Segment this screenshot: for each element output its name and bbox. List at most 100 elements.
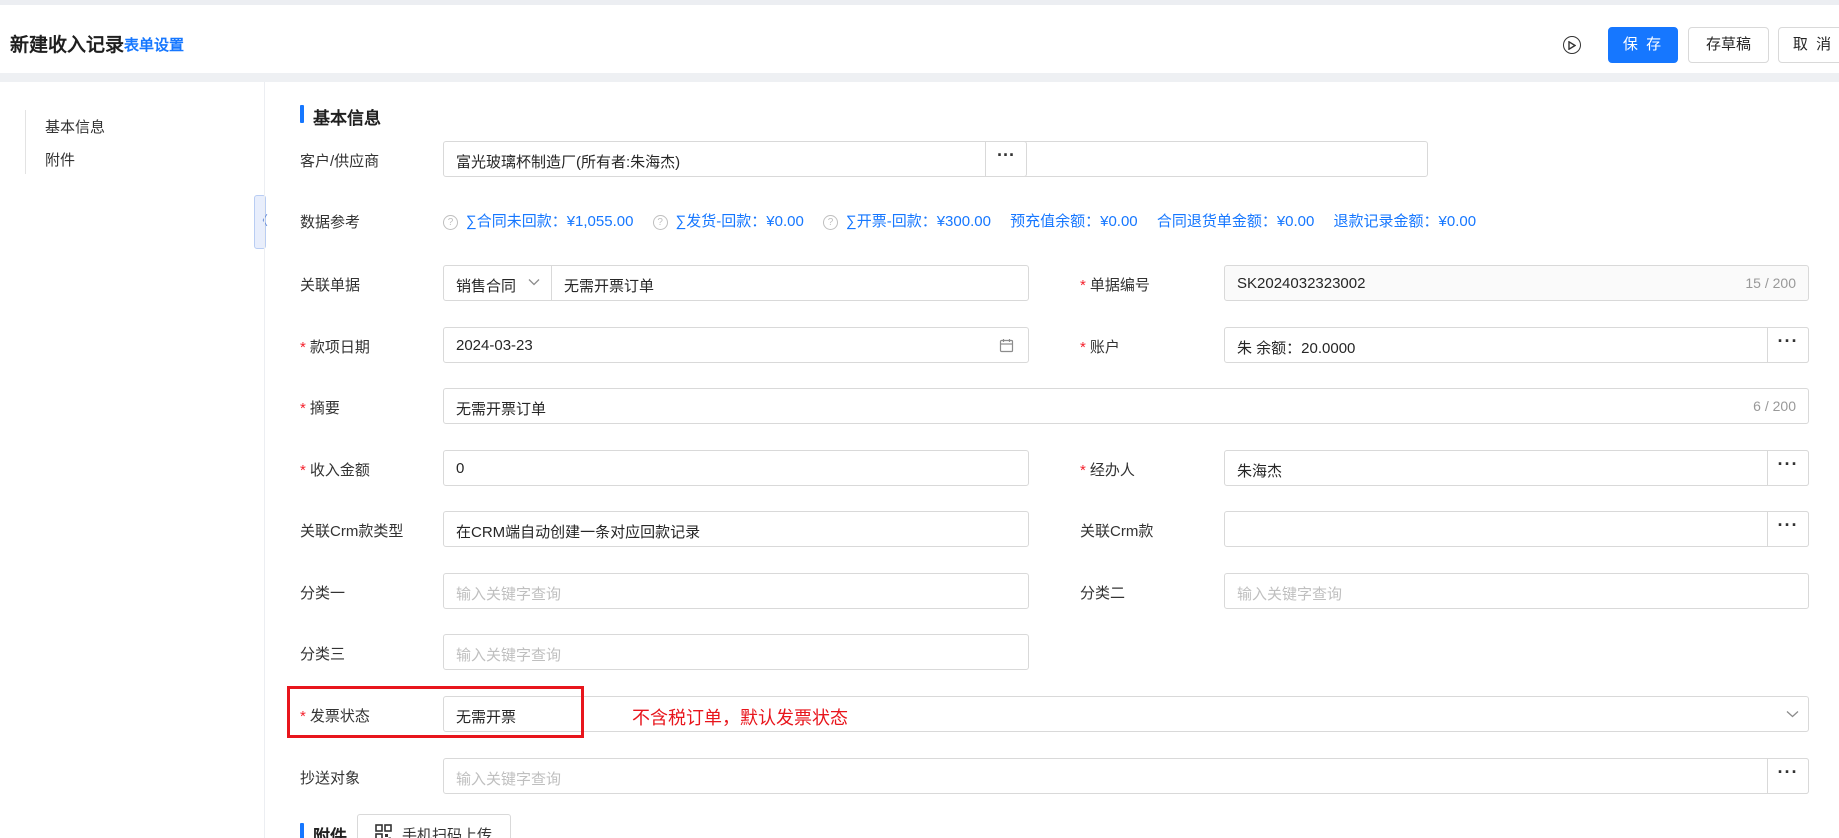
amount-label-text: 收入金额 <box>309 462 370 479</box>
account-field[interactable]: 朱 余额：20.0000 ··· <box>1224 327 1809 363</box>
form-settings-link[interactable]: 表单设置 <box>124 34 184 55</box>
summary-value: 无需开票订单 <box>456 401 547 418</box>
customer-label: 客户/供应商 <box>300 153 380 170</box>
data-ref-item[interactable]: 退款记录金额：¥0.00 <box>1334 210 1477 231</box>
doc-no-label: * 单据编号 <box>1080 274 1150 295</box>
more-dots-icon: ··· <box>1777 515 1799 535</box>
cat1-label: 分类一 <box>300 585 346 602</box>
handler-field[interactable]: 朱海杰 ··· <box>1224 450 1809 486</box>
summary-label: * 摘要 <box>300 397 340 418</box>
sidebar <box>0 82 266 838</box>
cat3-field[interactable]: 输入关键字查询 <box>443 634 1029 670</box>
data-ref-text: 预充值余额：¥0.00 <box>1010 213 1138 230</box>
cat2-label: 分类二 <box>1080 585 1126 602</box>
data-ref-item[interactable]: 预充值余额：¥0.00 <box>1010 210 1138 231</box>
crm-more-button[interactable]: ··· <box>1767 511 1809 547</box>
save-button[interactable]: 保 存 <box>1608 27 1678 63</box>
section-marker <box>300 823 304 838</box>
data-ref-item[interactable]: 合同退货单金额：¥0.00 <box>1157 210 1315 231</box>
related-doc-type-select[interactable]: 销售合同 <box>444 266 552 300</box>
required-mark: * <box>300 339 306 356</box>
data-ref-item[interactable]: ? ∑合同未回款：¥1,055.00 <box>443 210 633 231</box>
doc-no-value: SK2024032323002 <box>1237 275 1366 292</box>
crm-label: 关联Crm款 <box>1080 523 1154 540</box>
more-dots-icon: ··· <box>1777 762 1799 782</box>
cat3-label: 分类三 <box>300 646 346 663</box>
handler-value: 朱海杰 <box>1237 463 1283 480</box>
date-value: 2024-03-23 <box>456 337 533 354</box>
required-mark: * <box>300 462 306 479</box>
crm-field[interactable]: ··· <box>1224 511 1809 547</box>
date-field[interactable]: 2024-03-23 <box>443 327 1029 363</box>
data-ref-text: 退款记录金额：¥0.00 <box>1333 213 1477 230</box>
more-dots-icon: ··· <box>1777 331 1799 351</box>
customer-field[interactable]: 富光玻璃杯制造厂(所有者:朱海杰) <box>443 141 1428 177</box>
header-separator <box>0 73 1839 82</box>
play-circle-icon[interactable] <box>1563 36 1581 54</box>
data-ref-label: 数据参考 <box>300 214 361 231</box>
page-header: 新建收入记录 表单设置 保 存 存草稿 取 消 <box>0 5 1839 73</box>
handler-label-text: 经办人 <box>1089 462 1135 479</box>
crm-type-label: 关联Crm款类型 <box>300 523 404 540</box>
crm-type-field[interactable]: 在CRM端自动创建一条对应回款记录 <box>443 511 1029 547</box>
account-label-text: 账户 <box>1089 339 1120 356</box>
related-doc-type-value: 销售合同 <box>456 278 517 295</box>
account-more-button[interactable]: ··· <box>1767 327 1809 363</box>
summary-field[interactable]: 无需开票订单 6 / 200 <box>443 388 1809 424</box>
save-draft-button[interactable]: 存草稿 <box>1688 27 1769 63</box>
date-label-text: 款项日期 <box>309 339 370 356</box>
data-ref-item[interactable]: ? ∑开票-回款：¥300.00 <box>823 210 991 231</box>
doc-no-field[interactable]: SK2024032323002 15 / 200 <box>1224 265 1809 301</box>
amount-value: 0 <box>456 460 465 477</box>
cat1-placeholder: 输入关键字查询 <box>456 586 562 603</box>
section-title-basic: 基本信息 <box>313 109 381 128</box>
cancel-button[interactable]: 取 消 <box>1778 27 1839 63</box>
data-ref-item[interactable]: ? ∑发货-回款：¥0.00 <box>652 210 804 231</box>
customer-more-button[interactable]: ··· <box>985 141 1027 177</box>
data-ref-text: ∑合同未回款：¥1,055.00 <box>466 213 634 230</box>
required-mark: * <box>1080 462 1086 479</box>
required-mark: * <box>300 400 306 417</box>
required-mark: * <box>1080 277 1086 294</box>
cat2-field[interactable]: 输入关键字查询 <box>1224 573 1809 609</box>
doc-no-label-text: 单据编号 <box>1089 277 1150 294</box>
crm-type-value: 在CRM端自动创建一条对应回款记录 <box>456 524 701 541</box>
summary-label-text: 摘要 <box>309 400 340 417</box>
summary-count: 6 / 200 <box>1753 398 1796 414</box>
doc-no-count: 15 / 200 <box>1745 275 1796 291</box>
qrcode-icon <box>375 824 392 838</box>
handler-label: * 经办人 <box>1080 459 1135 480</box>
customer-value: 富光玻璃杯制造厂(所有者:朱海杰) <box>456 154 681 171</box>
data-ref-row: ? ∑合同未回款：¥1,055.00 ? ∑发货-回款：¥0.00 ? ∑开票-回款：… <box>443 210 1491 232</box>
question-icon: ? <box>443 215 458 230</box>
cat1-field[interactable]: 输入关键字查询 <box>443 573 1029 609</box>
scan-upload-label: 手机扫码上传 <box>402 827 493 838</box>
related-doc-value: 无需开票订单 <box>564 278 655 295</box>
related-doc-field[interactable]: 销售合同 无需开票订单 <box>443 265 1029 301</box>
question-icon: ? <box>823 215 839 230</box>
sidebar-item-basic-info[interactable]: 基本信息 <box>45 116 105 137</box>
handler-more-button[interactable]: ··· <box>1767 450 1809 486</box>
data-ref-text: ∑开票-回款：¥300.00 <box>846 213 991 230</box>
annotation-highlight-box <box>287 686 584 738</box>
chevron-down-icon <box>528 279 540 286</box>
page-title: 新建收入记录 <box>10 35 125 56</box>
account-value: 朱 余额：20.0000 <box>1237 340 1356 357</box>
account-label: * 账户 <box>1080 336 1120 357</box>
amount-label: * 收入金额 <box>300 459 370 480</box>
cc-field[interactable]: 输入关键字查询 ··· <box>443 758 1809 794</box>
amount-field[interactable]: 0 <box>443 450 1029 486</box>
date-label: * 款项日期 <box>300 336 370 357</box>
section-marker <box>300 105 304 123</box>
annotation-note: 不含税订单，默认发票状态 <box>632 708 848 729</box>
cc-more-button[interactable]: ··· <box>1767 758 1809 794</box>
scan-upload-button[interactable]: 手机扫码上传 <box>357 814 511 838</box>
cc-label: 抄送对象 <box>300 770 361 787</box>
data-ref-text: ∑发货-回款：¥0.00 <box>675 213 804 230</box>
sidebar-item-attachment[interactable]: 附件 <box>45 149 75 170</box>
more-dots-icon: ··· <box>997 145 1015 165</box>
chevron-down-icon <box>1786 711 1799 718</box>
required-mark: * <box>1080 339 1086 356</box>
calendar-icon[interactable] <box>999 338 1014 353</box>
cat3-placeholder: 输入关键字查询 <box>456 647 562 664</box>
